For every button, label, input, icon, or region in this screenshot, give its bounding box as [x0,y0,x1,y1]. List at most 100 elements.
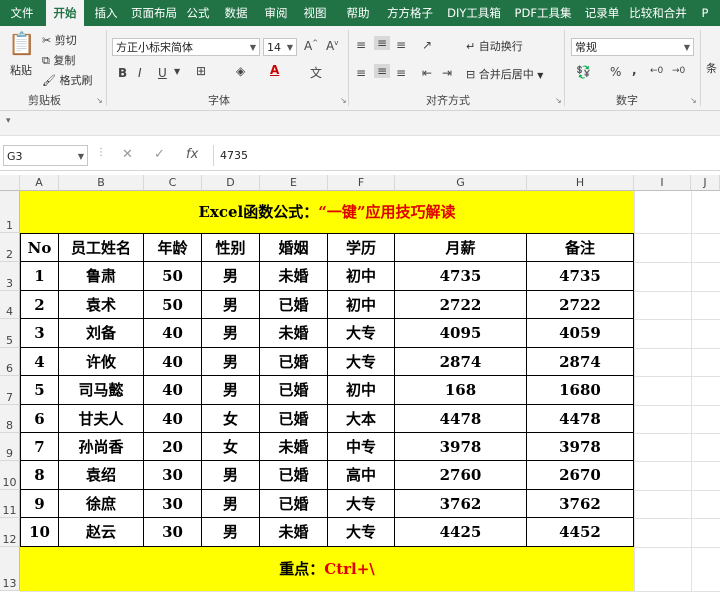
table-cell[interactable]: 袁绍 [59,461,144,490]
bold-button[interactable]: B [118,66,127,80]
table-cell[interactable]: 男 [202,461,260,490]
format-painter-button[interactable]: 🖌 格式刷 [42,72,92,88]
table-cell[interactable]: 袁术 [59,291,144,319]
table-cell[interactable]: 已婚 [260,461,328,490]
insert-function-icon[interactable]: fx [186,147,198,162]
table-cell[interactable]: 未婚 [260,262,328,291]
table-cell[interactable]: 女 [202,433,260,461]
table-cell[interactable]: 高中 [328,461,395,490]
number-launcher-icon[interactable]: ↘ [690,96,697,105]
borders-icon[interactable]: ⊞ [196,64,206,78]
column-header[interactable]: E [260,175,328,191]
table-cell[interactable]: 男 [202,262,260,291]
ribbon-tab[interactable]: PDF工具集 [510,0,576,26]
row-header[interactable]: 1 [0,191,20,233]
header-cell[interactable]: 婚姻 [260,233,328,262]
conditional-format-button[interactable]: 条 [706,60,717,76]
customize-icon[interactable]: ▾ [6,116,11,126]
column-header[interactable]: F [328,175,395,191]
shrink-font-icon[interactable]: Av [326,39,338,53]
row-header[interactable]: 4 [0,291,20,319]
table-cell[interactable]: 初中 [328,262,395,291]
comma-style-button[interactable]: , [632,63,637,77]
table-cell[interactable]: 40 [144,405,202,433]
orientation-icon[interactable]: ↗ [422,38,432,52]
table-cell[interactable]: 3 [20,319,59,348]
footer-cell[interactable]: 重点：Ctrl+\ [20,547,634,591]
header-cell[interactable]: 学历 [328,233,395,262]
table-cell[interactable]: 司马懿 [59,376,144,405]
table-cell[interactable]: 9 [20,490,59,518]
font-color-icon[interactable]: A [270,63,279,77]
ribbon-tab[interactable]: 帮助 [336,0,380,26]
decrease-decimal-icon[interactable]: →0 [672,66,685,76]
copy-button[interactable]: ⧉ 复制 [42,52,75,68]
align-center-icon[interactable]: ≡ [374,64,391,78]
table-cell[interactable]: 2874 [395,348,527,376]
ribbon-tab[interactable]: 文件 [0,0,44,26]
table-cell[interactable]: 50 [144,262,202,291]
table-cell[interactable]: 40 [144,376,202,405]
ribbon-tab[interactable]: 视图 [296,0,334,26]
column-header[interactable]: B [59,175,144,191]
table-cell[interactable]: 鲁肃 [59,262,144,291]
table-cell[interactable]: 2670 [527,461,634,490]
table-cell[interactable]: 甘夫人 [59,405,144,433]
column-header[interactable]: I [634,175,691,191]
table-cell[interactable]: 30 [144,461,202,490]
table-cell[interactable]: 已婚 [260,376,328,405]
table-cell[interactable]: 女 [202,405,260,433]
table-cell[interactable]: 2874 [527,348,634,376]
table-cell[interactable]: 4735 [395,262,527,291]
title-cell[interactable]: Excel函数公式：“一键”应用技巧解读 [20,191,634,233]
paste-button[interactable]: 粘贴 [10,62,32,78]
ribbon-tab[interactable]: 页面布局 [128,0,180,26]
table-cell[interactable]: 6 [20,405,59,433]
wrap-text-button[interactable]: ↵ 自动换行 [466,38,523,54]
table-cell[interactable]: 3762 [395,490,527,518]
number-format-select[interactable]: 常规 ▼ [571,38,694,56]
table-cell[interactable]: 男 [202,319,260,348]
alignment-launcher-icon[interactable]: ↘ [555,96,562,105]
table-cell[interactable]: 20 [144,433,202,461]
table-cell[interactable]: 3978 [527,433,634,461]
table-cell[interactable]: 中专 [328,433,395,461]
header-cell[interactable]: 年龄 [144,233,202,262]
row-header[interactable]: 7 [0,376,20,405]
align-left-icon[interactable]: ≡ [356,66,366,80]
clipboard-launcher-icon[interactable]: ↘ [96,96,103,105]
underline-button[interactable]: U [158,66,167,80]
table-cell[interactable]: 40 [144,348,202,376]
table-cell[interactable]: 许攸 [59,348,144,376]
row-header[interactable]: 11 [0,490,20,518]
header-cell[interactable]: 员工姓名 [59,233,144,262]
align-bottom-icon[interactable]: ≡ [396,38,406,52]
cut-button[interactable]: ✂ 剪切 [42,32,77,48]
table-cell[interactable]: 4735 [527,262,634,291]
align-middle-icon[interactable]: ≡ [374,36,391,50]
table-cell[interactable]: 168 [395,376,527,405]
header-cell[interactable]: 月薪 [395,233,527,262]
table-cell[interactable]: 男 [202,376,260,405]
column-header[interactable]: G [395,175,527,191]
ribbon-tab[interactable]: 比较和合并 [628,0,688,26]
font-launcher-icon[interactable]: ↘ [340,96,347,105]
column-header[interactable]: H [527,175,634,191]
table-cell[interactable]: 30 [144,518,202,547]
table-cell[interactable]: 已婚 [260,291,328,319]
table-cell[interactable]: 大专 [328,319,395,348]
table-cell[interactable]: 1680 [527,376,634,405]
table-cell[interactable]: 1 [20,262,59,291]
table-cell[interactable]: 大专 [328,348,395,376]
row-header[interactable]: 10 [0,461,20,490]
table-cell[interactable]: 孙尚香 [59,433,144,461]
row-header[interactable]: 8 [0,405,20,433]
grow-font-icon[interactable]: A^ [304,39,318,53]
column-header[interactable]: A [20,175,59,191]
ribbon-tab[interactable]: 方方格子 [382,0,438,26]
table-cell[interactable]: 男 [202,518,260,547]
table-cell[interactable]: 徐庶 [59,490,144,518]
font-name-select[interactable]: 方正小标宋简体 ▼ [112,38,260,56]
table-cell[interactable]: 大专 [328,518,395,547]
cancel-icon[interactable]: ✕ [122,147,133,162]
